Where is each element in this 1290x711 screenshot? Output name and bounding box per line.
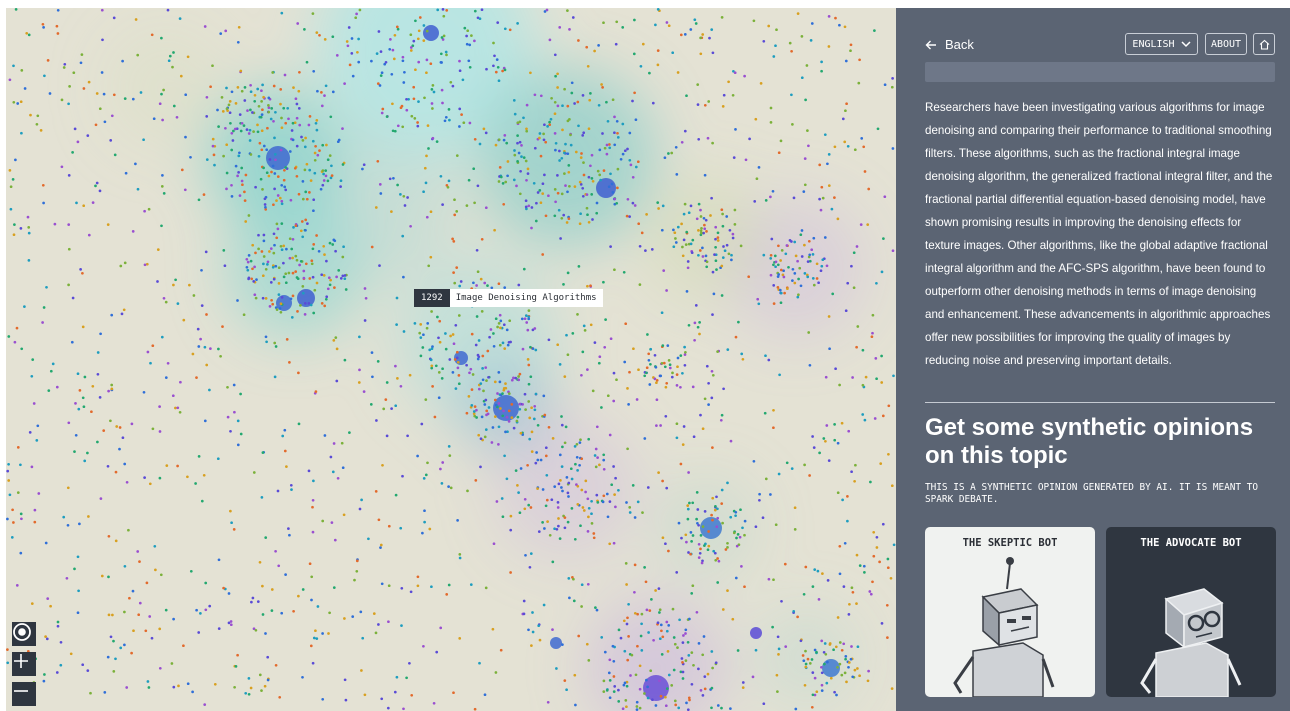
topic-title-bar — [925, 62, 1275, 82]
chevron-down-icon — [1181, 41, 1191, 48]
cluster-count: 1292 — [414, 289, 450, 307]
target-icon — [13, 623, 31, 641]
arrow-left-icon — [925, 40, 936, 49]
section-divider — [925, 402, 1275, 403]
home-button[interactable] — [1253, 33, 1275, 55]
minus-icon — [14, 690, 28, 692]
cluster-tooltip: 1292 Image Denoising Algorithms — [414, 289, 603, 307]
topic-map[interactable]: 1292 Image Denoising Algorithms — [6, 8, 896, 711]
language-select[interactable]: ENGLISH — [1125, 33, 1198, 55]
zoom-out-button[interactable] — [12, 682, 36, 706]
advocate-bot-card[interactable]: THE ADVOCATE BOT — [1106, 527, 1276, 697]
about-button[interactable]: ABOUT — [1205, 33, 1247, 55]
home-icon — [1259, 39, 1269, 50]
locate-button[interactable] — [12, 622, 36, 646]
language-selected: ENGLISH — [1132, 38, 1175, 50]
opinions-heading: Get some synthetic opinions on this topi… — [925, 414, 1254, 469]
zoom-in-button[interactable] — [12, 652, 36, 676]
topic-summary: Researchers have been investigating vari… — [925, 101, 1273, 367]
back-label: Back — [945, 37, 974, 52]
advocate-bot-name: THE ADVOCATE BOT — [1140, 537, 1242, 549]
skeptic-robot-illustration — [953, 557, 1055, 697]
density-glow-layer — [106, 8, 866, 711]
advocate-robot-illustration — [1140, 588, 1242, 697]
skeptic-bot-card[interactable]: THE SKEPTIC BOT — [925, 527, 1095, 697]
cluster-label: Image Denoising Algorithms — [449, 289, 603, 307]
plus-icon — [14, 654, 28, 668]
opinion-disclaimer: THIS IS A SYNTHETIC OPINION GENERATED BY… — [925, 482, 1259, 505]
about-label: ABOUT — [1210, 38, 1242, 50]
skeptic-bot-name: THE SKEPTIC BOT — [962, 537, 1058, 549]
map-canvas[interactable] — [6, 8, 896, 711]
topic-panel: Back ENGLISH ABOUT Researchers have been… — [896, 8, 1290, 711]
back-button[interactable]: Back — [925, 37, 974, 52]
